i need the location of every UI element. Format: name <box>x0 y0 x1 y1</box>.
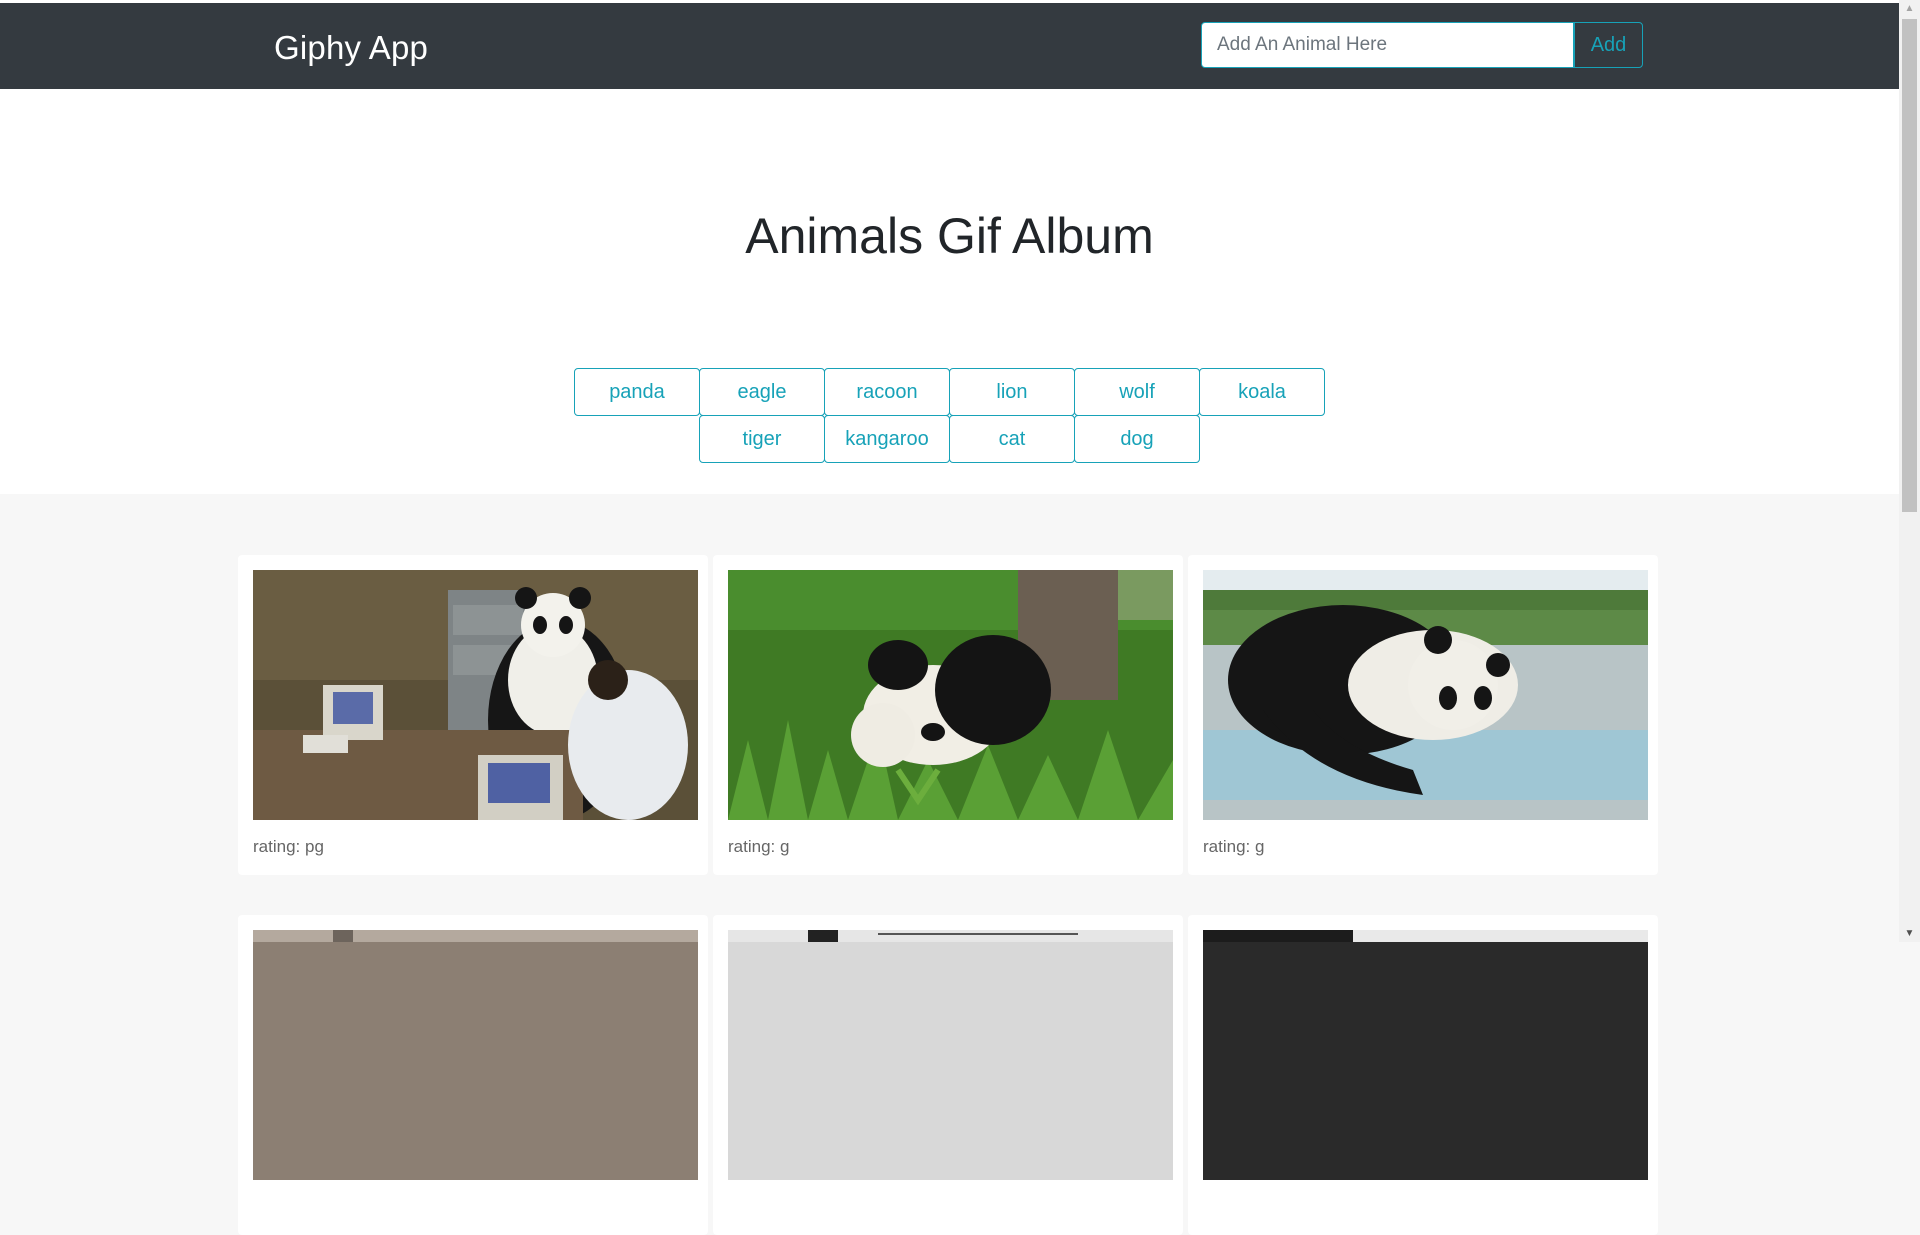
vertical-scrollbar[interactable]: ▲ ▼ <box>1899 0 1920 942</box>
animal-button-koala[interactable]: koala <box>1199 368 1325 416</box>
gif-card: rating: g <box>1188 555 1658 875</box>
gif-rating: rating: g <box>1203 837 1264 857</box>
gif-rating: rating: pg <box>253 837 324 857</box>
gif-image[interactable] <box>253 930 698 1180</box>
rating-label: rating: <box>1203 837 1251 856</box>
brand-title[interactable]: Giphy App <box>274 29 428 67</box>
rating-value: g <box>1254 837 1265 856</box>
animal-button-dog[interactable]: dog <box>1074 415 1200 463</box>
scroll-up-arrow-icon[interactable]: ▲ <box>1899 0 1920 17</box>
scroll-down-arrow-icon[interactable]: ▼ <box>1899 925 1920 942</box>
gif-rating: rating: g <box>728 837 789 857</box>
scrollbar-thumb[interactable] <box>1902 19 1917 512</box>
rating-label: rating: <box>253 837 301 856</box>
gif-card: rating: g <box>713 555 1183 875</box>
gif-image[interactable] <box>1203 930 1648 1180</box>
rating-label: rating: <box>728 837 776 856</box>
rating-value: g <box>779 837 790 856</box>
animal-button-lion[interactable]: lion <box>949 368 1075 416</box>
animal-button-racoon[interactable]: racoon <box>824 368 950 416</box>
gif-card <box>238 915 708 1235</box>
animal-button-cat[interactable]: cat <box>949 415 1075 463</box>
add-animal-input[interactable] <box>1201 22 1574 68</box>
gif-card <box>713 915 1183 1235</box>
gif-image[interactable] <box>1203 570 1648 820</box>
gif-image[interactable] <box>728 930 1173 1180</box>
rating-value: pg <box>304 837 324 856</box>
gif-card: rating: pg <box>238 555 708 875</box>
animal-button-kangaroo[interactable]: kangaroo <box>824 415 950 463</box>
gif-card <box>1188 915 1658 1235</box>
add-button[interactable]: Add <box>1574 22 1643 68</box>
animal-button-eagle[interactable]: eagle <box>699 368 825 416</box>
animal-button-wolf[interactable]: wolf <box>1074 368 1200 416</box>
gif-image[interactable] <box>728 570 1173 820</box>
animal-button-tiger[interactable]: tiger <box>699 415 825 463</box>
page-title: Animals Gif Album <box>745 208 1154 264</box>
navbar: Giphy App Add <box>0 3 1899 89</box>
hero-section: Animals Gif Album panda eagle racoon lio… <box>0 89 1899 494</box>
animal-button-panda[interactable]: panda <box>574 368 700 416</box>
gif-image[interactable] <box>253 570 698 820</box>
